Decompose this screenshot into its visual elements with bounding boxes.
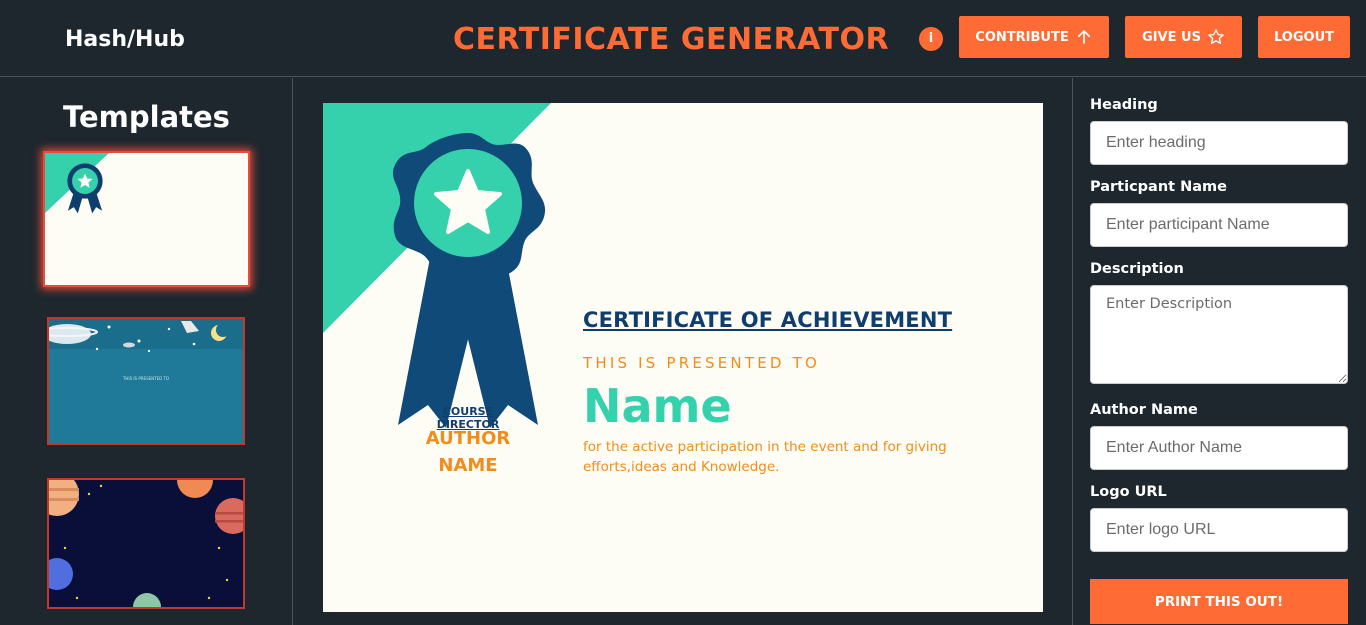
certificate-form: Heading Particpant Name Description Auth… bbox=[1074, 78, 1366, 625]
author-name-input[interactable] bbox=[1090, 426, 1348, 470]
template-thumbnail-ribbon[interactable] bbox=[43, 151, 250, 287]
certificate-canvas-area: CERTIFICATE OF ACHIEVEMENT THIS IS PRESE… bbox=[294, 78, 1073, 625]
description-label: Description bbox=[1090, 261, 1184, 277]
description-textarea[interactable] bbox=[1090, 285, 1348, 384]
certificate-description: for the active participation in the even… bbox=[583, 439, 947, 475]
award-ribbon-icon bbox=[392, 133, 546, 428]
certificate-preview: CERTIFICATE OF ACHIEVEMENT THIS IS PRESE… bbox=[323, 103, 1043, 612]
print-button[interactable]: PRINT THIS OUT! bbox=[1090, 579, 1348, 624]
contribute-label: CONTRIBUTE bbox=[975, 29, 1069, 45]
logo-url-input[interactable] bbox=[1090, 508, 1348, 552]
participant-name-label: Particpant Name bbox=[1090, 179, 1227, 195]
template-thumbnail-space-blue[interactable]: THIS IS PRESENTED TO bbox=[47, 317, 245, 445]
logo-url-label: Logo URL bbox=[1090, 484, 1167, 500]
navbar: Hash/Hub CERTIFICATE GENERATOR i CONTRIB… bbox=[0, 0, 1366, 77]
certificate-author-name: AUTHOR NAME bbox=[425, 428, 511, 476]
give-us-label: GIVE US bbox=[1142, 29, 1201, 45]
give-us-star-button[interactable]: GIVE US bbox=[1125, 16, 1242, 58]
template-thumbnail-planets[interactable] bbox=[47, 478, 245, 609]
heading-input[interactable] bbox=[1090, 121, 1348, 165]
template-preview-caption: THIS IS PRESENTED TO bbox=[122, 376, 169, 381]
logout-button[interactable]: LOGOUT bbox=[1258, 16, 1350, 58]
logout-label: LOGOUT bbox=[1273, 29, 1335, 45]
info-button[interactable]: i bbox=[919, 27, 943, 51]
certificate-presented-to: THIS IS PRESENTED TO bbox=[583, 354, 820, 372]
certificate-participant-name: Name bbox=[583, 379, 732, 433]
star-outline-icon bbox=[1208, 29, 1224, 45]
certificate-heading: CERTIFICATE OF ACHIEVEMENT bbox=[583, 308, 953, 332]
participant-name-input[interactable] bbox=[1090, 203, 1348, 247]
contribute-button[interactable]: CONTRIBUTE bbox=[959, 16, 1109, 58]
author-name-label: Author Name bbox=[1090, 402, 1198, 418]
templates-heading: Templates bbox=[63, 100, 230, 134]
heading-label: Heading bbox=[1090, 97, 1158, 113]
planets-template-preview bbox=[49, 480, 243, 607]
space-blue-template-preview: THIS IS PRESENTED TO bbox=[49, 319, 243, 381]
ribbon-template-preview bbox=[45, 153, 109, 214]
templates-sidebar: Templates THIS IS PRESENTED TO bbox=[0, 78, 293, 625]
page-title: CERTIFICATE GENERATOR bbox=[453, 22, 890, 57]
brand-logo[interactable]: Hash/Hub bbox=[65, 27, 185, 52]
arrow-up-icon bbox=[1077, 30, 1090, 44]
